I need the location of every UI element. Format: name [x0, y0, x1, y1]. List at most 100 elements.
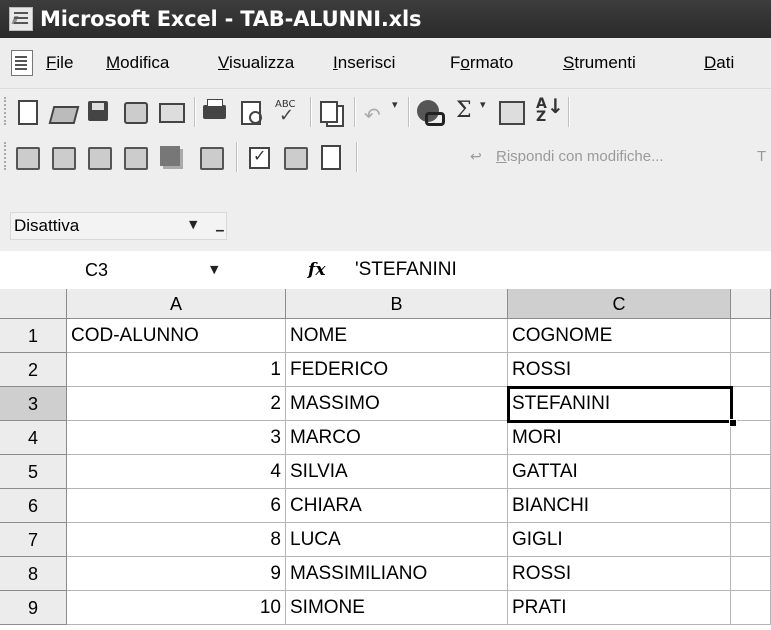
permission-button[interactable] — [120, 97, 150, 127]
undo-button[interactable]: ↶ — [360, 97, 390, 127]
cell-c3[interactable]: STEFANINI — [508, 387, 731, 421]
cell-a6[interactable]: 6 — [67, 489, 286, 523]
cell-a4[interactable]: 3 — [67, 421, 286, 455]
toolbar-grip[interactable] — [4, 97, 9, 125]
cell-a2[interactable]: 1 — [67, 353, 286, 387]
cell-c4[interactable]: MORI — [508, 421, 731, 455]
menu-strumenti[interactable]: Strumenti — [563, 50, 636, 76]
cell-c7[interactable]: GIGLI — [508, 523, 731, 557]
cell-b2[interactable]: FEDERICO — [286, 353, 508, 387]
row-header[interactable]: 8 — [0, 557, 67, 591]
row-header[interactable]: 4 — [0, 421, 67, 455]
row-header[interactable]: 7 — [0, 523, 67, 557]
cell-b1[interactable]: NOME — [286, 319, 508, 353]
column-header-a[interactable]: A — [67, 289, 286, 319]
undo-icon: ↶ — [364, 103, 381, 127]
cell-a9[interactable]: 10 — [67, 591, 286, 625]
toolbar-options-icon[interactable]: ▁ — [216, 221, 224, 232]
hyperlink-button[interactable] — [414, 97, 445, 127]
cell-a3[interactable]: 2 — [67, 387, 286, 421]
edit-comment-button[interactable] — [120, 142, 150, 172]
track-changes-icon — [249, 146, 270, 169]
copy-button[interactable] — [316, 97, 346, 127]
menu-visualizza[interactable]: Visualizza — [218, 50, 294, 76]
menu-bar: File Modifica Visualizza Inserisci Forma… — [0, 38, 771, 89]
row-header[interactable]: 1 — [0, 319, 67, 353]
sheets-button[interactable] — [156, 142, 186, 172]
autosum-button[interactable]: Σ — [450, 97, 480, 127]
cell-c9[interactable]: PRATI — [508, 591, 731, 625]
open-button[interactable] — [48, 97, 80, 127]
row-header[interactable]: 3 — [0, 387, 67, 421]
menu-modifica[interactable]: Modifica — [106, 50, 169, 76]
autosum-dropdown-icon[interactable]: ▾ — [480, 98, 486, 111]
menu-formato[interactable]: Formato — [450, 50, 513, 76]
cell-d2[interactable] — [731, 353, 771, 387]
cell-a5[interactable]: 4 — [67, 455, 286, 489]
insert-function-button[interactable] — [496, 97, 526, 127]
cell-b9[interactable]: SIMONE — [286, 591, 508, 625]
print-preview-button[interactable] — [236, 97, 266, 127]
cell-a1[interactable]: COD-ALUNNO — [67, 319, 286, 353]
new-button[interactable] — [12, 97, 42, 127]
fill-handle[interactable] — [729, 419, 737, 427]
cell-d6[interactable] — [731, 489, 771, 523]
spelling-button[interactable]: ABC — [272, 97, 302, 127]
cell-d1[interactable] — [731, 319, 771, 353]
chevron-down-icon[interactable]: ▼ — [210, 263, 218, 276]
column-header-c[interactable]: C — [508, 289, 731, 319]
save-button[interactable] — [84, 97, 114, 127]
print-button[interactable] — [200, 97, 230, 127]
cell-d7[interactable] — [731, 523, 771, 557]
select-all-corner[interactable] — [0, 289, 67, 319]
row-header[interactable]: 6 — [0, 489, 67, 523]
cell-c6[interactable]: BIANCHI — [508, 489, 731, 523]
name-box[interactable]: C3 ▼ — [0, 251, 262, 288]
cell-d3[interactable] — [731, 387, 771, 421]
cell-b5[interactable]: SILVIA — [286, 455, 508, 489]
cell-c2[interactable]: ROSSI — [508, 353, 731, 387]
mail-button[interactable] — [156, 97, 186, 127]
mail-recipient-button[interactable] — [316, 142, 346, 172]
merge-button[interactable] — [84, 142, 114, 172]
row-header[interactable]: 5 — [0, 455, 67, 489]
cell-d9[interactable] — [731, 591, 771, 625]
cell-c5[interactable]: GATTAI — [508, 455, 731, 489]
menu-file[interactable]: File — [46, 50, 73, 76]
menu-inserisci[interactable]: Inserisci — [333, 50, 395, 76]
cell-b4[interactable]: MARCO — [286, 421, 508, 455]
track-changes-button[interactable] — [244, 142, 274, 172]
cell-b7[interactable]: LUCA — [286, 523, 508, 557]
chevron-down-icon[interactable]: ▼ — [189, 218, 197, 231]
cell-a7[interactable]: 8 — [67, 523, 286, 557]
undo-dropdown-icon[interactable]: ▾ — [392, 98, 398, 111]
cell-b8[interactable]: MASSIMILIANO — [286, 557, 508, 591]
insert-function-fx-icon[interactable]: fx — [308, 257, 325, 283]
cell-b3[interactable]: MASSIMO — [286, 387, 508, 421]
cell-a8[interactable]: 9 — [67, 557, 286, 591]
shared-workbook-button[interactable] — [280, 142, 310, 172]
cell-c8[interactable]: ROSSI — [508, 557, 731, 591]
cell-d8[interactable] — [731, 557, 771, 591]
column-header-d[interactable] — [731, 289, 771, 319]
menu-dati[interactable]: Dati — [704, 50, 734, 76]
doc-button[interactable] — [196, 142, 226, 172]
reviewing-button[interactable] — [12, 142, 42, 172]
column-header-b[interactable]: B — [286, 289, 508, 319]
compare-button[interactable] — [48, 142, 78, 172]
row-header[interactable]: 2 — [0, 353, 67, 387]
disattiva-dropdown[interactable]: Disattiva ▼ ▁ — [10, 212, 227, 240]
sort-ascending-button[interactable]: AZ — [532, 97, 563, 127]
excel-app-icon[interactable] — [9, 7, 33, 31]
cell-d4[interactable] — [731, 421, 771, 455]
title-bar: Microsoft Excel - TAB-ALUNNI.xls — [0, 0, 771, 38]
reply-with-changes-button[interactable]: Rispondi con modifiche... — [496, 142, 664, 172]
workbook-icon[interactable] — [11, 50, 33, 76]
cell-c1[interactable]: COGNOME — [508, 319, 731, 353]
row-header[interactable]: 9 — [0, 591, 67, 625]
formula-input[interactable]: 'STEFANINI — [355, 257, 457, 283]
end-review-button[interactable]: T — [757, 142, 766, 172]
toolbar-grip[interactable] — [4, 142, 9, 170]
cell-b6[interactable]: CHIARA — [286, 489, 508, 523]
cell-d5[interactable] — [731, 455, 771, 489]
